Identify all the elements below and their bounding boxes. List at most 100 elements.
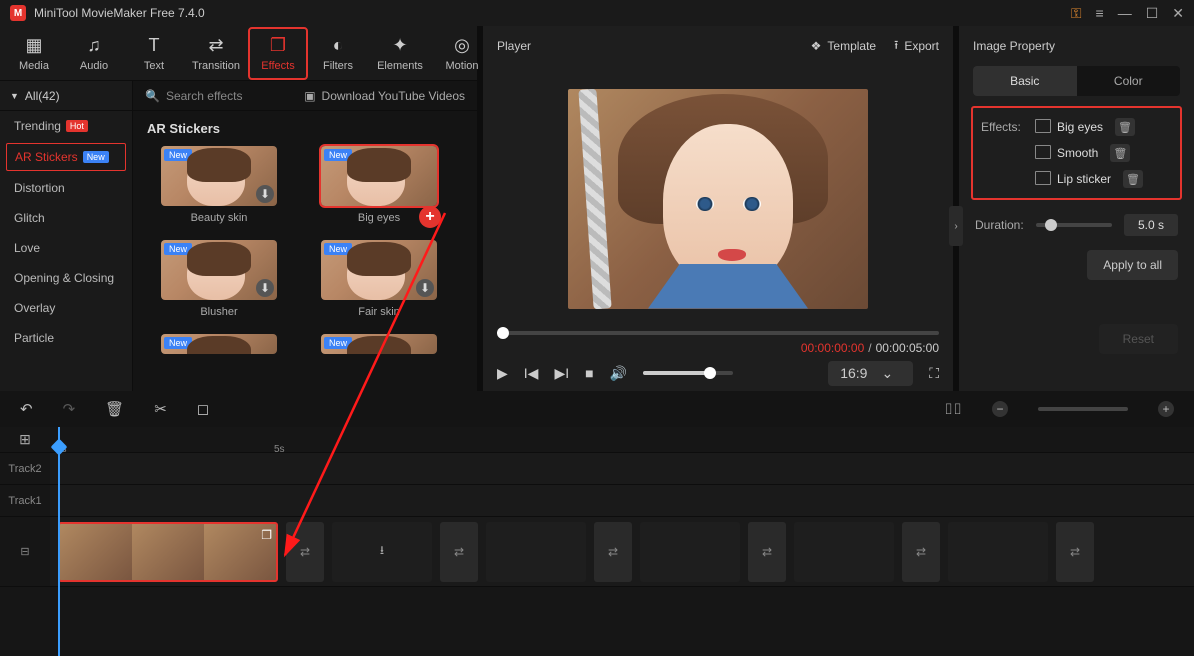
category-ar-stickers[interactable]: AR StickersNew: [6, 143, 126, 171]
export-icon: ⭱: [894, 36, 898, 57]
library-tabs: ▦Media ♫Audio TText ⇄Transition ❐Effects…: [0, 26, 477, 81]
aspect-value: 16:9: [840, 365, 867, 381]
download-icon[interactable]: ⬇: [256, 185, 274, 203]
tab-text[interactable]: TText: [124, 29, 184, 78]
effect-item-smooth[interactable]: Smooth: [1037, 146, 1098, 160]
download-youtube-link[interactable]: ▣Download YouTube Videos: [304, 89, 465, 103]
tab-transition[interactable]: ⇄Transition: [184, 29, 248, 78]
duration-slider[interactable]: [1036, 223, 1112, 227]
transition-slot[interactable]: ⇄: [286, 522, 324, 582]
effect-thumb[interactable]: New: [307, 334, 451, 354]
add-effect-icon[interactable]: +: [419, 206, 441, 228]
new-badge: New: [164, 149, 192, 161]
thumb-name: Fair skin: [358, 306, 400, 318]
hot-badge: Hot: [66, 120, 88, 132]
reset-button[interactable]: Reset: [1099, 324, 1178, 354]
delete-effect-button[interactable]: 🗑: [1110, 144, 1130, 162]
category-particle[interactable]: Particle: [0, 323, 132, 353]
play-button[interactable]: ▶: [497, 365, 508, 382]
empty-slot[interactable]: [486, 522, 586, 582]
category-opening-closing[interactable]: Opening & Closing: [0, 263, 132, 293]
track-2[interactable]: Track2: [0, 453, 1194, 485]
redo-button[interactable]: ↷: [63, 400, 76, 418]
tab-effects[interactable]: ❐Effects: [248, 27, 308, 80]
close-button[interactable]: ✕: [1172, 5, 1184, 22]
add-track-button[interactable]: ⊞: [0, 431, 50, 448]
download-icon[interactable]: ⬇: [256, 279, 274, 297]
properties-title: Image Property: [959, 26, 1194, 66]
undo-button[interactable]: ↶: [20, 400, 33, 418]
elements-icon: ✦: [392, 35, 407, 56]
transition-slot[interactable]: ⇄: [748, 522, 786, 582]
playhead[interactable]: [58, 427, 60, 656]
volume-slider[interactable]: [643, 371, 733, 375]
split-button[interactable]: ✂: [154, 400, 167, 418]
download-icon[interactable]: ⬇: [416, 279, 434, 297]
zoom-out-button[interactable]: −: [992, 401, 1008, 417]
template-button[interactable]: ❖Template: [811, 39, 876, 53]
zoom-in-button[interactable]: +: [1158, 401, 1174, 417]
apply-to-all-button[interactable]: Apply to all: [1087, 250, 1178, 280]
tab-label: Audio: [80, 60, 108, 72]
fit-button[interactable]: ⌷⌷: [944, 401, 962, 418]
effect-thumb-blusher[interactable]: New⬇Blusher: [147, 240, 291, 318]
video-clip[interactable]: ❐: [58, 522, 278, 582]
filters-icon: ◐: [333, 35, 344, 56]
crop-button[interactable]: ◻: [197, 400, 209, 418]
search-placeholder: Search effects: [166, 89, 243, 103]
tab-media[interactable]: ▦Media: [4, 29, 64, 78]
search-icon: 🔍: [145, 89, 160, 103]
effect-item-big-eyes[interactable]: Big eyes: [1037, 120, 1103, 134]
category-label: Overlay: [14, 301, 55, 315]
effect-thumb-big-eyes[interactable]: New+Big eyes: [307, 146, 451, 224]
prev-frame-button[interactable]: I◀: [524, 365, 539, 382]
empty-slot[interactable]: [948, 522, 1048, 582]
track-1[interactable]: Track1: [0, 485, 1194, 517]
transition-slot[interactable]: ⇄: [440, 522, 478, 582]
search-effects[interactable]: 🔍 Search effects: [145, 89, 242, 103]
delete-effect-button[interactable]: 🗑: [1123, 170, 1143, 188]
tab-elements[interactable]: ✦Elements: [368, 29, 432, 78]
aspect-ratio-select[interactable]: 16:9⌄: [828, 361, 913, 386]
category-love[interactable]: Love: [0, 233, 132, 263]
tab-audio[interactable]: ♫Audio: [64, 29, 124, 78]
prop-tab-basic[interactable]: Basic: [973, 66, 1077, 96]
transition-slot[interactable]: ⇄: [902, 522, 940, 582]
zoom-slider[interactable]: [1038, 407, 1128, 411]
duration-value[interactable]: 5.0 s: [1124, 214, 1178, 236]
transition-slot[interactable]: ⇄: [594, 522, 632, 582]
scrubber[interactable]: [497, 331, 939, 335]
empty-slot[interactable]: [794, 522, 894, 582]
tab-filters[interactable]: ◐Filters: [308, 29, 368, 78]
delete-button[interactable]: 🗑: [105, 400, 124, 418]
delete-effect-button[interactable]: 🗑: [1115, 118, 1135, 136]
menu-icon[interactable]: ≡: [1096, 5, 1104, 21]
next-frame-button[interactable]: ▶I: [554, 365, 569, 382]
thumb-name: Blusher: [200, 306, 237, 318]
minimize-button[interactable]: —: [1118, 5, 1132, 21]
empty-slot[interactable]: ⭳: [332, 522, 432, 582]
effect-thumb-beauty-skin[interactable]: New⬇Beauty skin: [147, 146, 291, 224]
fullscreen-button[interactable]: ⛶: [929, 365, 939, 382]
transition-slot[interactable]: ⇄: [1056, 522, 1094, 582]
export-button[interactable]: ⭱Export: [894, 36, 939, 57]
category-glitch[interactable]: Glitch: [0, 203, 132, 233]
stop-button[interactable]: ■: [585, 365, 593, 381]
tab-label: Transition: [192, 60, 240, 72]
category-distortion[interactable]: Distortion: [0, 173, 132, 203]
effect-thumb-fair-skin[interactable]: New⬇Fair skin: [307, 240, 451, 318]
prop-tab-color[interactable]: Color: [1077, 66, 1181, 96]
empty-slot[interactable]: [640, 522, 740, 582]
key-icon[interactable]: ⚿: [1071, 5, 1082, 22]
effect-item-lip-sticker[interactable]: Lip sticker: [1037, 172, 1111, 186]
volume-icon[interactable]: 🔊: [610, 365, 627, 382]
category-all[interactable]: All(42): [0, 81, 132, 111]
maximize-button[interactable]: ☐: [1146, 5, 1159, 22]
category-overlay[interactable]: Overlay: [0, 293, 132, 323]
panel-collapse-button[interactable]: ›: [949, 206, 963, 246]
category-trending[interactable]: TrendingHot: [0, 111, 132, 141]
effect-name: Lip sticker: [1057, 172, 1111, 186]
video-track[interactable]: ⊟ ❐ ⇄ ⭳ ⇄ ⇄ ⇄ ⇄ ⇄: [0, 517, 1194, 587]
effects-icon: ❐: [270, 35, 286, 56]
effect-thumb[interactable]: New: [147, 334, 291, 354]
